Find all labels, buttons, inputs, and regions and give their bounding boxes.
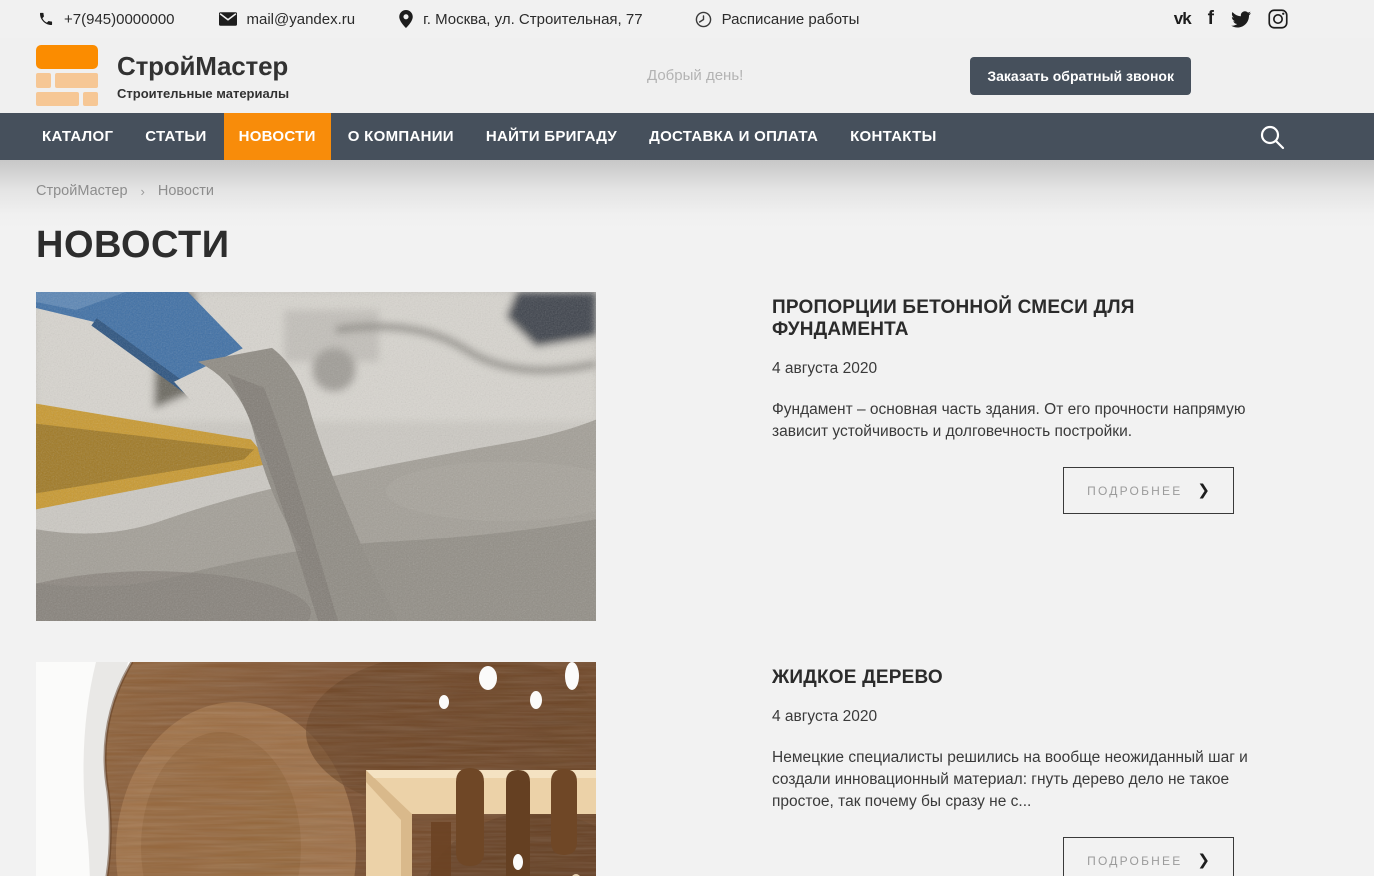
news-excerpt: Немецкие специалисты решились на вообще … — [772, 747, 1258, 813]
chevron-right-icon: ❯ — [1197, 853, 1210, 868]
breadcrumb: СтройМастер › Новости — [36, 160, 1338, 199]
search-icon[interactable] — [1258, 113, 1286, 160]
news-date: 4 августа 2020 — [772, 708, 1258, 726]
instagram-icon[interactable] — [1268, 7, 1288, 31]
location-pin-icon — [399, 10, 413, 28]
news-body: ПРОПОРЦИИ БЕТОННОЙ СМЕСИ ДЛЯ ФУНДАМЕНТА … — [772, 292, 1258, 514]
read-more-label: ПОДРОБНЕЕ — [1087, 484, 1182, 498]
topbar: +7(945)0000000 mail@yandex.ru г. Москва,… — [0, 0, 1374, 38]
breadcrumb-current: Новости — [158, 183, 214, 199]
read-more-label: ПОДРОБНЕЕ — [1087, 854, 1182, 868]
breadcrumb-home[interactable]: СтройМастер — [36, 183, 128, 199]
schedule-text: Расписание работы — [722, 11, 860, 28]
content: СтройМастер › Новости НОВОСТИ — [0, 160, 1374, 876]
header: СтройМастер Строительные материалы Добры… — [0, 38, 1374, 113]
nav-item-articles[interactable]: СТАТЬИ — [130, 113, 221, 160]
callback-button[interactable]: Заказать обратный звонок — [970, 57, 1191, 95]
nav-item-about[interactable]: О КОМПАНИИ — [333, 113, 469, 160]
news-list-item: ПРОПОРЦИИ БЕТОННОЙ СМЕСИ ДЛЯ ФУНДАМЕНТА … — [36, 292, 1338, 621]
brand-tagline: Строительные материалы — [117, 86, 289, 101]
nav-item-news[interactable]: НОВОСТИ — [224, 113, 331, 160]
logo-orange-block — [36, 45, 98, 69]
email-text: mail@yandex.ru — [247, 11, 356, 28]
main-nav: КАТАЛОГ СТАТЬИ НОВОСТИ О КОМПАНИИ НАЙТИ … — [0, 113, 1374, 160]
brand-title[interactable]: СтройМастер — [117, 51, 289, 82]
news-title: ПРОПОРЦИИ БЕТОННОЙ СМЕСИ ДЛЯ ФУНДАМЕНТА — [772, 297, 1258, 341]
nav-item-delivery[interactable]: ДОСТАВКА И ОПЛАТА — [634, 113, 833, 160]
vk-icon[interactable]: vk — [1174, 7, 1191, 31]
read-more-button[interactable]: ПОДРОБНЕЕ ❯ — [1063, 837, 1234, 876]
page: +7(945)0000000 mail@yandex.ru г. Москва,… — [0, 0, 1374, 876]
news-list-item: ЖИДКОЕ ДЕРЕВО 4 августа 2020 Немецкие сп… — [36, 662, 1338, 876]
address-text: г. Москва, ул. Строительная, 77 — [423, 11, 642, 28]
nav-item-catalog[interactable]: КАТАЛОГ — [27, 113, 128, 160]
facebook-icon[interactable]: f — [1208, 7, 1214, 31]
email-link[interactable]: mail@yandex.ru — [219, 11, 356, 28]
nav-item-find-crew[interactable]: НАЙТИ БРИГАДУ — [471, 113, 632, 160]
twitter-icon[interactable] — [1231, 7, 1251, 31]
chevron-right-icon: › — [141, 184, 145, 199]
social-links: vk f — [1174, 7, 1288, 31]
chevron-right-icon: ❯ — [1197, 483, 1210, 498]
address-block: г. Москва, ул. Строительная, 77 — [399, 10, 642, 28]
news-date: 4 августа 2020 — [772, 360, 1258, 378]
phone-number: +7(945)0000000 — [64, 11, 175, 28]
nav-item-contacts[interactable]: КОНТАКТЫ — [835, 113, 951, 160]
news-title: ЖИДКОЕ ДЕРЕВО — [772, 667, 1258, 689]
envelope-icon — [219, 12, 237, 26]
phone-link[interactable]: +7(945)0000000 — [38, 11, 175, 28]
news-body: ЖИДКОЕ ДЕРЕВО 4 августа 2020 Немецкие сп… — [772, 662, 1258, 876]
greeting-text: Добрый день! — [647, 67, 743, 84]
clock-icon — [695, 11, 712, 28]
page-title: НОВОСТИ — [36, 224, 1338, 267]
news-image-liquid-wood[interactable] — [36, 662, 596, 876]
schedule-link[interactable]: Расписание работы — [695, 11, 860, 28]
phone-icon — [38, 11, 54, 27]
news-excerpt: Фундамент – основная часть здания. От ег… — [772, 399, 1258, 443]
brand-logo[interactable] — [36, 45, 98, 106]
brand-block: СтройМастер Строительные материалы — [117, 51, 289, 101]
news-image-concrete-pouring[interactable] — [36, 292, 596, 621]
read-more-button[interactable]: ПОДРОБНЕЕ ❯ — [1063, 467, 1234, 514]
